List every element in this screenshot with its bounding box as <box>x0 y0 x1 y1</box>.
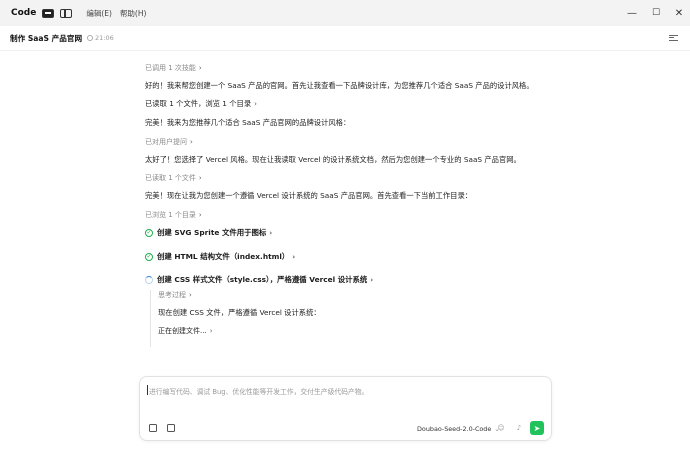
send-button[interactable]: ➤ <box>530 421 544 435</box>
conversation-title: 制作 SaaS 产品官网 <box>10 33 83 43</box>
terminal-icon[interactable] <box>42 8 55 18</box>
read-file-summary[interactable]: 已读取 1 个文件 › <box>145 173 202 183</box>
chevron-right-icon: › <box>254 100 257 108</box>
conversation-time: 21:06 <box>87 34 114 42</box>
chevron-right-icon: › <box>209 327 213 335</box>
assistant-message: 完美！现在让我为您创建一个遵循 Vercel 设计系统的 SaaS 产品官网。首… <box>145 191 473 200</box>
creating-status: 正在创建文件... › <box>158 327 213 335</box>
chevron-right-icon: › <box>189 291 192 299</box>
minimize-button[interactable]: — <box>620 0 644 26</box>
menu-help[interactable]: 帮助(H) <box>120 8 147 19</box>
task-item-css[interactable]: 创建 CSS 样式文件（style.css），严格遵循 Vercel 设计系统 › <box>145 274 373 285</box>
chevron-right-icon: › <box>292 252 296 261</box>
model-selector[interactable]: Doubao-Seed-2.0-Code ⌄ <box>417 425 500 433</box>
settings-sliders-icon[interactable] <box>669 33 678 42</box>
attach-file-icon[interactable] <box>149 424 157 432</box>
chevron-right-icon: › <box>190 138 193 146</box>
check-circle-icon: ✓ <box>145 252 153 261</box>
loading-spinner-icon <box>145 275 153 284</box>
clock-icon <box>87 35 94 41</box>
app-name: Code <box>11 8 37 18</box>
read-browse-summary[interactable]: 已读取 1 个文件，浏览 1 个目录 › <box>145 99 257 109</box>
maximize-button[interactable]: ☐ <box>644 0 668 26</box>
chevron-right-icon: › <box>198 174 202 182</box>
chevron-right-icon: › <box>198 64 202 72</box>
chevron-right-icon: › <box>269 228 273 237</box>
assistant-message: 好的！我来帮您创建一个 SaaS 产品的官网。首先让我查看一下品牌设计库，为您推… <box>145 81 534 90</box>
emoji-icon[interactable]: ☺ <box>497 424 505 432</box>
assistant-message: 完美！我来为您推荐几个适合 SaaS 产品官网的品牌设计风格： <box>145 118 351 127</box>
check-circle-icon: ✓ <box>145 228 153 237</box>
skill-used-summary[interactable]: 已调用 1 次技能 › <box>145 63 202 73</box>
conversation-header: 制作 SaaS 产品官网 21:06 <box>0 26 690 51</box>
text-caret <box>147 385 148 395</box>
task-item-svg-sprite[interactable]: ✓ 创建 SVG Sprite 文件用于图标 › <box>145 227 272 238</box>
sidebar-icon[interactable] <box>60 8 73 18</box>
assistant-message: 太好了！您选择了 Vercel 风格。现在让我读取 Vercel 的设计系统文档… <box>145 155 521 164</box>
close-button[interactable]: ✕ <box>667 0 690 26</box>
browsed-dir-summary[interactable]: 已浏览 1 个目录 › <box>145 210 202 220</box>
chat-input-box[interactable]: 进行编写代码、调试 Bug、优化性能等开发工作，交付生产级代码产物。 Douba… <box>139 376 552 441</box>
chevron-right-icon: › <box>370 275 374 284</box>
menu-edit[interactable]: 编辑(E) <box>86 8 112 19</box>
thinking-block: 思考过程 › 现在创建 CSS 文件，严格遵循 Vercel 设计系统： 正在创建… <box>150 290 451 347</box>
chat-input-placeholder[interactable]: 进行编写代码、调试 Bug、优化性能等开发工作，交付生产级代码产物。 <box>149 386 368 396</box>
asked-user-summary[interactable]: 已对用户提问 › <box>145 137 193 147</box>
task-item-html[interactable]: ✓ 创建 HTML 结构文件（index.html） › <box>145 251 295 262</box>
chevron-right-icon: › <box>198 211 202 219</box>
microphone-icon[interactable]: ♪ <box>515 424 523 432</box>
title-bar: Code 编辑(E) 帮助(H) — ☐ ✕ <box>0 0 690 26</box>
thinking-label[interactable]: 思考过程 › <box>158 290 192 300</box>
image-icon[interactable] <box>167 424 175 432</box>
thinking-text: 现在创建 CSS 文件，严格遵循 Vercel 设计系统： <box>158 308 321 317</box>
